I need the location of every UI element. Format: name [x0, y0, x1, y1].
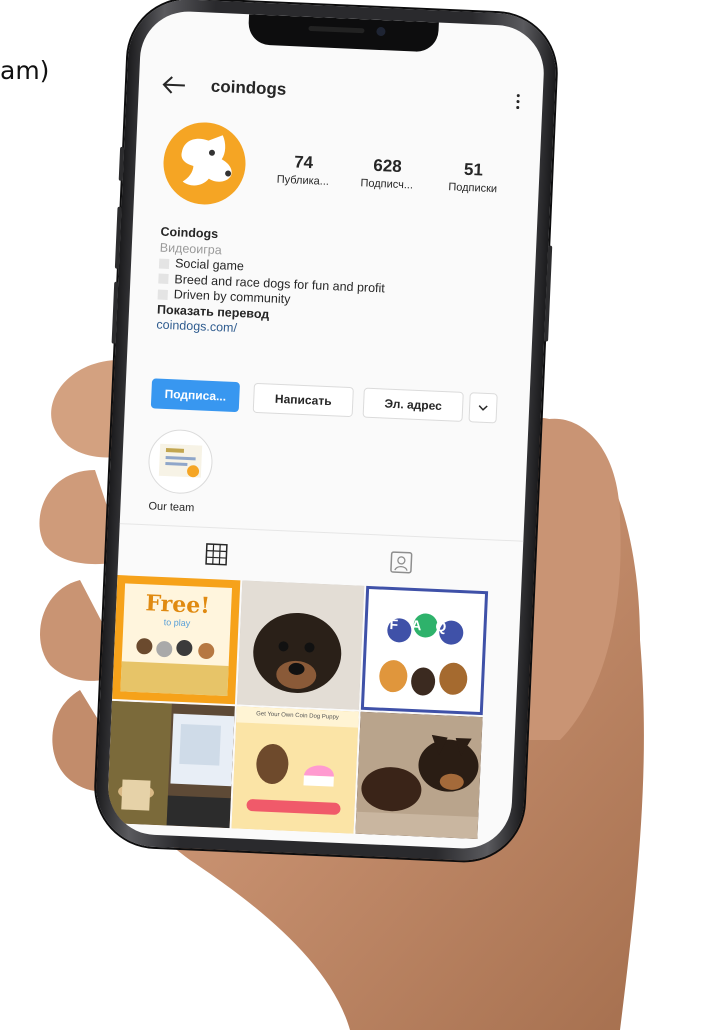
story-highlight[interactable]	[147, 428, 214, 496]
profile-header: coindogs	[138, 68, 543, 122]
stat-following[interactable]: 51 Подписки	[432, 158, 513, 195]
stat-posts-value: 74	[293, 152, 314, 173]
email-button[interactable]: Эл. адрес	[362, 387, 464, 422]
profile-bio: Coindogs Видеоигра Social game Breed and…	[156, 225, 510, 349]
grid-post[interactable]: Get Your Own Coin Dog Puppy	[231, 706, 359, 834]
profile-username: coindogs	[210, 76, 287, 99]
profile-actions: Подписа... Написать Эл. адрес	[150, 378, 498, 424]
dog-logo-icon	[181, 135, 232, 186]
post-faq-text: FAQ	[389, 615, 461, 636]
follow-button[interactable]: Подписа...	[150, 378, 241, 413]
tagged-person-icon[interactable]	[388, 549, 415, 576]
stat-followers[interactable]: 628 Подписч...	[347, 155, 428, 192]
grid-post[interactable]: Free! to play	[112, 575, 241, 705]
message-button[interactable]: Написать	[252, 382, 354, 418]
stat-followers-value: 628	[372, 155, 403, 177]
grid-post[interactable]	[236, 580, 365, 710]
profile-stats: 74 Публика... 628 Подписч... 51 Подписки	[262, 151, 514, 206]
stat-posts-label: Публика...	[276, 173, 330, 188]
coffee-laptop-image	[106, 700, 235, 829]
puppy-promo-image	[231, 706, 359, 834]
arrow-left-icon[interactable]	[160, 72, 187, 97]
dog-photo-image	[236, 580, 365, 710]
stat-followers-label: Подписч...	[360, 177, 414, 192]
more-vertical-icon[interactable]	[516, 92, 521, 110]
dogs-lying-image	[355, 711, 483, 839]
grid-post[interactable]	[106, 700, 235, 829]
stat-following-label: Подписки	[448, 181, 498, 196]
grid-post[interactable]: FAQ	[360, 585, 489, 716]
post-faq-image	[379, 613, 468, 696]
grid-post[interactable]	[355, 711, 483, 839]
avatar[interactable]	[161, 120, 248, 207]
chevron-down-icon[interactable]	[468, 392, 498, 424]
stat-posts[interactable]: 74 Публика...	[263, 151, 344, 188]
grid-icon[interactable]	[203, 541, 230, 568]
highlight-label: Our team	[148, 500, 195, 515]
phone-device: coindogs 74 Публика... 628 Подписч... 51	[93, 0, 559, 863]
stat-following-value: 51	[463, 159, 484, 180]
post-grid: Free! to play FAQ Get Your Own Coin Dog …	[106, 575, 522, 842]
highlight-thumbnail	[158, 443, 203, 478]
app-screen: coindogs 74 Публика... 628 Подписч... 51	[106, 9, 546, 851]
